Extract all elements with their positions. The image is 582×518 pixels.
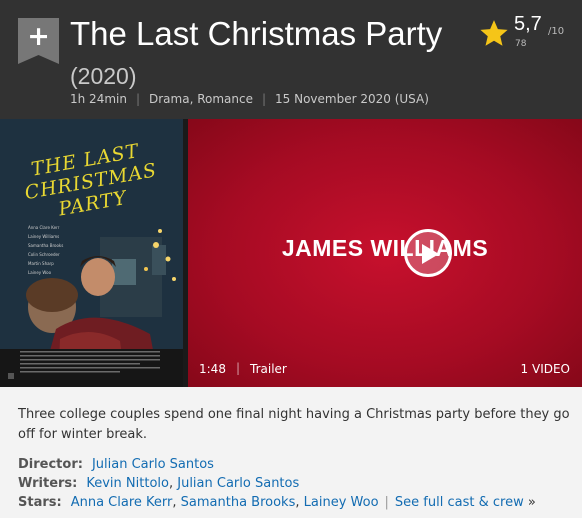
poster-cast-name: Lainey Williams: [28, 234, 60, 239]
movie-year[interactable]: (2020): [70, 63, 136, 89]
poster-cast-name: Martin Sharp: [28, 261, 54, 266]
director-link[interactable]: Julian Carlo Santos: [92, 457, 214, 472]
rating-max: /10: [548, 26, 565, 37]
genres[interactable]: Drama, Romance: [149, 92, 253, 106]
title-subtext: 1h 24min | Drama, Romance | 15 November 2020…: [70, 92, 429, 106]
title-block: The Last Christmas Party (2020): [70, 14, 470, 96]
movie-title: The Last Christmas Party: [70, 15, 443, 52]
trailer-label: Trailer: [250, 362, 287, 376]
poster-cast-name: Anna Clare Kerr: [28, 225, 60, 230]
trailer-duration: 1:48: [199, 362, 226, 376]
writer-separator: ,: [168, 476, 174, 491]
plus-icon: +: [27, 21, 50, 52]
star-separator: ,: [295, 495, 300, 510]
release-date[interactable]: 15 November 2020 (USA): [275, 92, 429, 106]
subtext-separator: |: [135, 92, 140, 106]
title-header: + The Last Christmas Party (2020) 1h 24m…: [0, 0, 582, 119]
full-cast-link[interactable]: See full cast & crew: [395, 495, 524, 510]
rating-value: 5,7: [514, 13, 542, 35]
trailer-video[interactable]: JAMES WILLIAMS 1:48 | Trailer 1 VIDEO: [188, 119, 582, 387]
runtime: 1h 24min: [70, 92, 127, 106]
title-info: Three college couples spend one final ni…: [0, 387, 582, 518]
star-link[interactable]: Samantha Brooks: [181, 495, 296, 510]
play-icon: [422, 244, 439, 264]
trailer-separator: |: [236, 361, 241, 375]
play-button[interactable]: [404, 229, 452, 277]
star-icon: [480, 20, 508, 46]
writer-link[interactable]: Julian Carlo Santos: [177, 476, 299, 491]
director-label: Director:: [18, 457, 83, 472]
add-to-watchlist-button[interactable]: +: [18, 18, 59, 64]
poster-image[interactable]: THE LAST CHRISTMAS PARTY Anna Clare Kerr…: [0, 119, 183, 387]
credit-stars-row: Stars: Anna Clare Kerr, Samantha Brooks, …: [18, 495, 536, 510]
writers-label: Writers:: [18, 476, 78, 491]
credit-writers-row: Writers: Kevin Nittolo, Julian Carlo Sant…: [18, 476, 299, 491]
poster-cast-list: Anna Clare Kerr Lainey Williams Samantha…: [28, 223, 88, 277]
chevron-right-icon: »: [527, 495, 536, 510]
star-separator: ,: [172, 495, 177, 510]
rating-widget[interactable]: 5,7 /10 78: [479, 10, 579, 54]
stars-label: Stars:: [18, 495, 62, 510]
credits-divider: |: [384, 495, 389, 510]
video-count-link[interactable]: 1 VIDEO: [521, 362, 570, 376]
star-link[interactable]: Anna Clare Kerr: [71, 495, 173, 510]
plot-summary: Three college couples spend one final ni…: [18, 407, 570, 442]
star-link[interactable]: Lainey Woo: [304, 495, 379, 510]
writer-link[interactable]: Kevin Nittolo: [86, 476, 169, 491]
media-strip: THE LAST CHRISTMAS PARTY Anna Clare Kerr…: [0, 119, 582, 387]
poster-cast-name: Colin Schroeder: [28, 252, 60, 257]
rating-count[interactable]: 78: [515, 39, 526, 49]
credit-director-row: Director: Julian Carlo Santos: [18, 457, 214, 472]
poster-cast-name: Samantha Brooks: [28, 243, 64, 248]
poster-cast-name: Lainey Woo: [28, 270, 52, 275]
trailer-brand-text: JAMES WILLIAMS: [281, 235, 489, 261]
subtext-separator: |: [261, 92, 267, 106]
